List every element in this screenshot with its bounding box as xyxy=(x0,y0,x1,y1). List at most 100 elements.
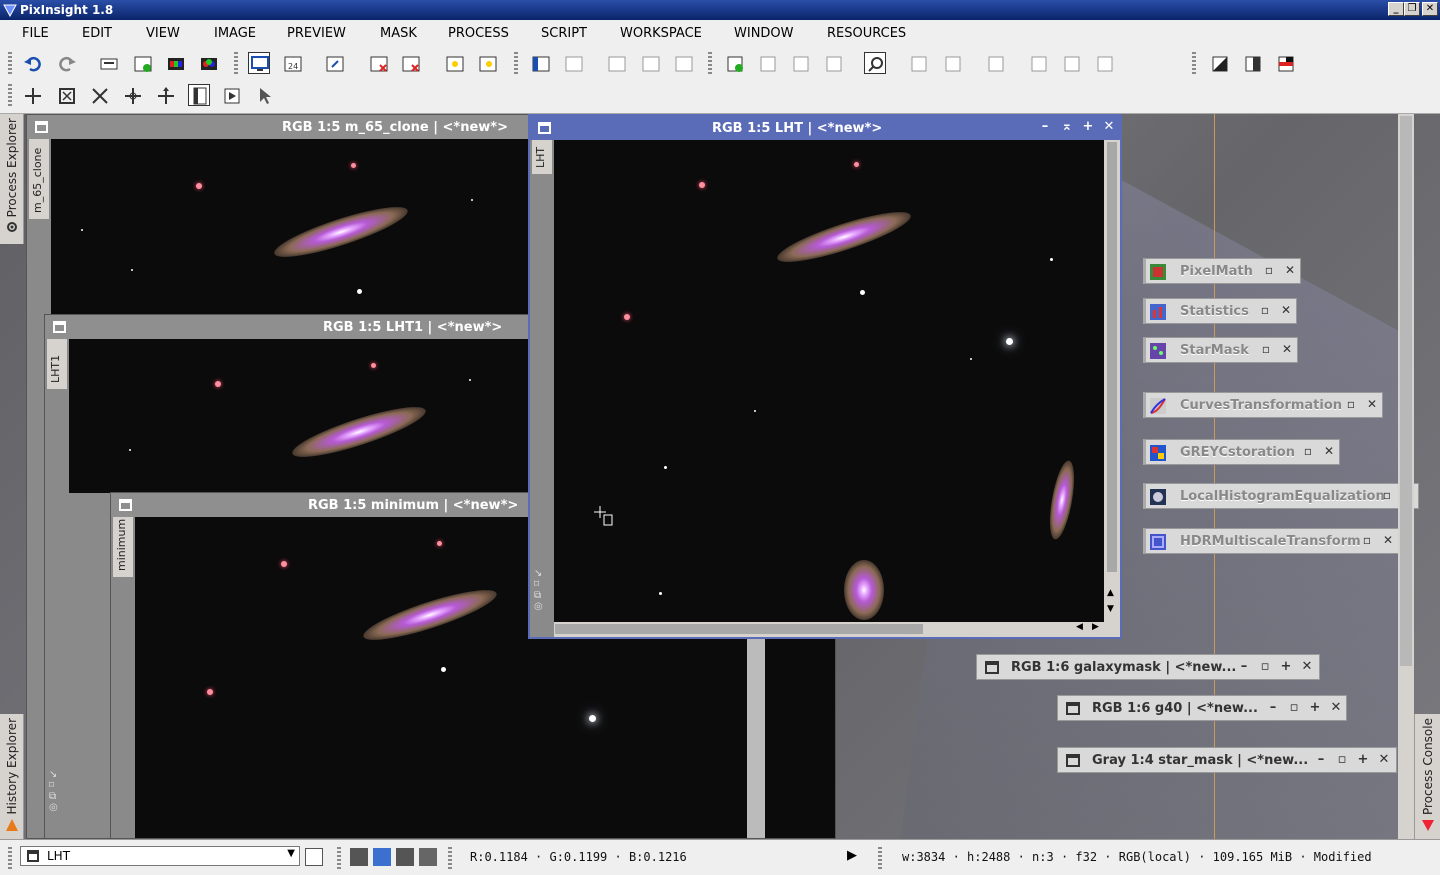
close-icon[interactable]: ✕ xyxy=(1377,752,1391,767)
chevron-down-icon[interactable]: ▼ xyxy=(287,848,295,859)
tool-b-icon[interactable] xyxy=(640,53,662,75)
restore-icon[interactable]: ▫ xyxy=(1258,303,1272,317)
menu-workspace[interactable]: WORKSPACE xyxy=(620,26,702,41)
restore-icon[interactable]: ▫ xyxy=(1262,263,1276,277)
menu-edit[interactable]: EDIT xyxy=(82,26,112,41)
menu-preview[interactable]: PREVIEW xyxy=(287,26,346,41)
process-icon-starmask[interactable]: StarMask ▫ ✕ xyxy=(1143,337,1298,363)
close-icon[interactable]: ✕ xyxy=(1322,444,1336,458)
edit-preview-icon[interactable] xyxy=(757,53,779,75)
menu-script[interactable]: SCRIPT xyxy=(541,26,587,41)
star-settings-icon[interactable] xyxy=(477,53,499,75)
channel-l-button[interactable] xyxy=(396,848,414,866)
window-menu-icon[interactable] xyxy=(538,122,551,134)
statusbar-grip[interactable] xyxy=(448,847,452,869)
close-icon[interactable]: ✕ xyxy=(1283,263,1297,277)
explorer-icon[interactable] xyxy=(530,53,552,75)
process-icon-greycstoration[interactable]: GREYCstoration ▫ ✕ xyxy=(1143,439,1340,465)
move-icon[interactable] xyxy=(22,85,44,107)
window-menu-icon[interactable] xyxy=(35,121,48,133)
new-image-icon[interactable] xyxy=(132,53,154,75)
minimize-icon[interactable]: – xyxy=(1038,120,1052,134)
stf-reset-icon[interactable] xyxy=(1242,53,1264,75)
menu-window[interactable]: WINDOW xyxy=(734,26,794,41)
scroll-thumb[interactable] xyxy=(1107,142,1117,572)
view-tab-label[interactable]: LHT xyxy=(532,140,552,174)
menu-process[interactable]: PROCESS xyxy=(448,26,509,41)
stf-icon[interactable] xyxy=(1209,53,1231,75)
window-menu-icon[interactable] xyxy=(1066,702,1080,715)
mask-c-icon[interactable] xyxy=(985,53,1007,75)
restore-icon[interactable]: ▫ xyxy=(1335,752,1349,767)
restore-icon[interactable]: ▫ xyxy=(1258,659,1272,674)
zoom-fit-icon[interactable] xyxy=(324,53,346,75)
scroll-up-icon[interactable]: ▲ xyxy=(1107,588,1114,598)
view-tab-label[interactable]: m_65_clone xyxy=(29,139,49,219)
readout-icon[interactable] xyxy=(188,84,210,106)
process-icon-lhe[interactable]: LocalHistogramEqualization ▫ ✕ xyxy=(1143,483,1419,509)
window-header[interactable]: RGB 1:5 LHT1 | <*new*> xyxy=(45,315,529,339)
restore-icon[interactable]: ▫ xyxy=(1259,342,1273,356)
close-icon[interactable]: ✕ xyxy=(1381,533,1395,547)
toolbar-grip[interactable] xyxy=(8,84,12,106)
zoom-in-icon[interactable] xyxy=(122,85,144,107)
bit-depth-icon[interactable]: 24 xyxy=(282,53,304,75)
close-icon[interactable]: ✕ xyxy=(1365,397,1379,411)
new-preview-icon[interactable] xyxy=(724,53,746,75)
window-menu-icon[interactable] xyxy=(1066,754,1080,767)
star-icon[interactable] xyxy=(444,53,466,75)
scroll-left-icon[interactable]: ◀ xyxy=(1076,622,1083,632)
process-icon-statistics[interactable]: Statistics ▫ ✕ xyxy=(1143,298,1297,324)
restore-button[interactable]: ❐ xyxy=(1404,2,1420,16)
scroll-right-icon[interactable]: ▶ xyxy=(1092,622,1099,632)
zoom-out-icon[interactable] xyxy=(89,85,111,107)
maximize-icon[interactable]: + xyxy=(1081,120,1095,134)
statusbar-grip[interactable] xyxy=(8,847,12,869)
image-canvas[interactable] xyxy=(69,339,529,493)
redo-icon[interactable] xyxy=(56,53,78,75)
window-menu-icon[interactable] xyxy=(985,661,999,674)
scroll-thumb[interactable] xyxy=(1400,116,1412,666)
minimize-icon[interactable]: – xyxy=(1266,700,1280,715)
pan-icon[interactable] xyxy=(155,85,177,107)
mask-d-icon[interactable] xyxy=(1028,53,1050,75)
restore-icon[interactable]: ▫ xyxy=(1344,397,1358,411)
tool-a-icon[interactable] xyxy=(606,53,628,75)
window-menu-icon[interactable] xyxy=(119,499,132,511)
scroll-thumb[interactable] xyxy=(555,624,923,634)
minimize-icon[interactable]: – xyxy=(1237,659,1251,674)
minimize-icon[interactable]: – xyxy=(1314,752,1328,767)
restore-icon[interactable]: ▫ xyxy=(1360,533,1374,547)
mask-a-icon[interactable] xyxy=(908,53,930,75)
menu-resources[interactable]: RESOURCES xyxy=(827,26,906,41)
restore-icon[interactable]: ▫ xyxy=(1287,700,1301,715)
preview-d-icon[interactable] xyxy=(823,53,845,75)
preview-c-icon[interactable] xyxy=(790,53,812,75)
mask-b-icon[interactable] xyxy=(942,53,964,75)
undo-icon[interactable] xyxy=(22,53,44,75)
image-canvas[interactable] xyxy=(51,139,529,317)
toolbar-grip[interactable] xyxy=(514,52,518,74)
close-icon[interactable]: ✕ xyxy=(1300,659,1314,674)
minimized-window-g40[interactable]: RGB 1:6 g40 | <*new... – ▫ + ✕ xyxy=(1057,695,1347,721)
horizontal-scrollbar[interactable]: ◀ ▶ xyxy=(554,622,1120,637)
channel-icon[interactable] xyxy=(165,53,187,75)
process-explorer-tab[interactable]: Process Explorer xyxy=(0,114,24,244)
window-header[interactable]: RGB 1:5 m_65_clone | <*new*> xyxy=(27,115,529,139)
tool-c-icon[interactable] xyxy=(673,53,695,75)
screen-icon[interactable] xyxy=(248,52,270,74)
workspace-scrollbar[interactable] xyxy=(1398,114,1414,839)
menu-mask[interactable]: MASK xyxy=(380,26,417,41)
statusbar-grip[interactable] xyxy=(878,847,882,869)
toolbar-grip[interactable] xyxy=(708,52,712,74)
image-canvas[interactable] xyxy=(554,140,1104,622)
close-icon[interactable]: ✕ xyxy=(1329,700,1343,715)
process-icon-pixelmath[interactable]: PixelMath ▫ ✕ xyxy=(1143,258,1301,284)
new-view-button[interactable] xyxy=(305,848,323,866)
channel-k-button[interactable] xyxy=(350,848,368,866)
view-selector[interactable]: LHT ▼ xyxy=(20,846,300,866)
mask-e-icon[interactable] xyxy=(1061,53,1083,75)
mask-f-icon[interactable] xyxy=(1094,53,1116,75)
close-icon[interactable]: ✕ xyxy=(1102,120,1116,134)
shade-icon[interactable]: ⌅ xyxy=(1060,120,1074,134)
